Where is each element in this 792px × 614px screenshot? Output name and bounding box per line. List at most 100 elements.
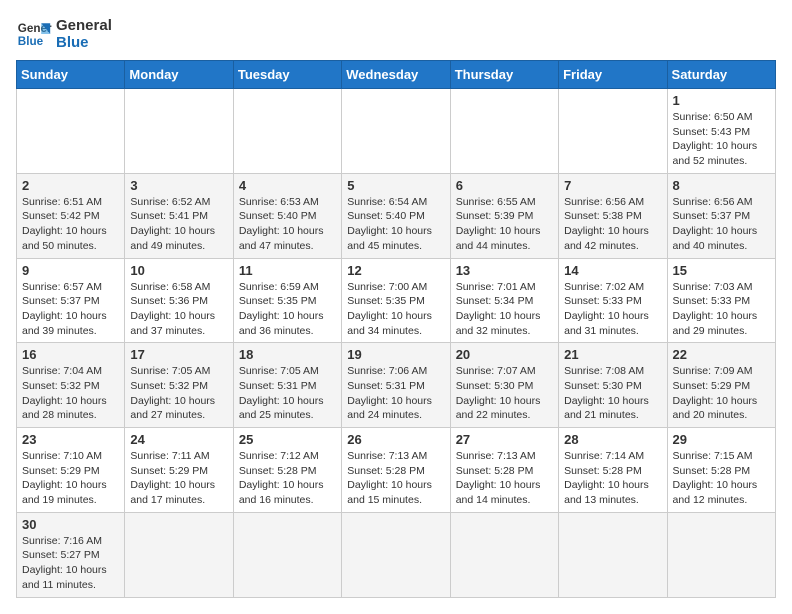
day-number: 13 (456, 263, 553, 278)
calendar-cell: 14Sunrise: 7:02 AM Sunset: 5:33 PM Dayli… (559, 258, 667, 343)
calendar-cell: 19 Sunrise: 7:06 AM Sunset: 5:31 PM Dayli… (342, 343, 450, 428)
logo-general: General (56, 17, 112, 34)
calendar-cell (450, 512, 558, 597)
calendar-cell: 30 Sunrise: 7:16 AM Sunset: 5:27 PM Dayli… (17, 512, 125, 597)
logo: General Blue General Blue (16, 16, 112, 52)
day-info: Sunrise: 6:52 AM Sunset: 5:41 PM Dayligh… (130, 195, 227, 254)
calendar: SundayMondayTuesdayWednesdayThursdayFrid… (16, 60, 776, 598)
calendar-cell: 5 Sunrise: 6:54 AM Sunset: 5:40 PM Daylig… (342, 173, 450, 258)
calendar-cell: 7Sunrise: 6:56 AM Sunset: 5:38 PM Daylig… (559, 173, 667, 258)
day-number: 30 (22, 517, 119, 532)
calendar-cell: 9 Sunrise: 6:57 AM Sunset: 5:37 PM Daylig… (17, 258, 125, 343)
day-info: Sunrise: 7:13 AM Sunset: 5:28 PM Dayligh… (456, 449, 553, 508)
day-info: Sunrise: 7:08 AM Sunset: 5:30 PM Dayligh… (564, 364, 661, 423)
day-info: Sunrise: 7:06 AM Sunset: 5:31 PM Dayligh… (347, 364, 444, 423)
day-info: Sunrise: 7:09 AM Sunset: 5:29 PM Dayligh… (673, 364, 770, 423)
calendar-week-2: 2 Sunrise: 6:51 AM Sunset: 5:42 PM Daylig… (17, 173, 776, 258)
calendar-cell: 1Sunrise: 6:50 AM Sunset: 5:43 PM Daylig… (667, 89, 775, 174)
calendar-cell (667, 512, 775, 597)
day-header-saturday: Saturday (667, 61, 775, 89)
day-header-tuesday: Tuesday (233, 61, 341, 89)
day-number: 14 (564, 263, 661, 278)
day-info: Sunrise: 7:00 AM Sunset: 5:35 PM Dayligh… (347, 280, 444, 339)
day-number: 4 (239, 178, 336, 193)
day-info: Sunrise: 7:11 AM Sunset: 5:29 PM Dayligh… (130, 449, 227, 508)
day-number: 9 (22, 263, 119, 278)
day-number: 3 (130, 178, 227, 193)
calendar-week-3: 9 Sunrise: 6:57 AM Sunset: 5:37 PM Daylig… (17, 258, 776, 343)
day-number: 22 (673, 347, 770, 362)
day-number: 7 (564, 178, 661, 193)
day-number: 18 (239, 347, 336, 362)
calendar-cell (17, 89, 125, 174)
calendar-header-row: SundayMondayTuesdayWednesdayThursdayFrid… (17, 61, 776, 89)
day-info: Sunrise: 7:16 AM Sunset: 5:27 PM Dayligh… (22, 534, 119, 593)
day-number: 15 (673, 263, 770, 278)
calendar-cell (342, 89, 450, 174)
calendar-cell: 8Sunrise: 6:56 AM Sunset: 5:37 PM Daylig… (667, 173, 775, 258)
day-info: Sunrise: 6:59 AM Sunset: 5:35 PM Dayligh… (239, 280, 336, 339)
calendar-cell (559, 512, 667, 597)
day-number: 27 (456, 432, 553, 447)
day-number: 5 (347, 178, 444, 193)
day-info: Sunrise: 7:14 AM Sunset: 5:28 PM Dayligh… (564, 449, 661, 508)
calendar-week-5: 23Sunrise: 7:10 AM Sunset: 5:29 PM Dayli… (17, 428, 776, 513)
calendar-week-6: 30 Sunrise: 7:16 AM Sunset: 5:27 PM Dayli… (17, 512, 776, 597)
calendar-week-4: 16 Sunrise: 7:04 AM Sunset: 5:32 PM Dayli… (17, 343, 776, 428)
calendar-cell: 18 Sunrise: 7:05 AM Sunset: 5:31 PM Dayli… (233, 343, 341, 428)
calendar-cell: 23Sunrise: 7:10 AM Sunset: 5:29 PM Dayli… (17, 428, 125, 513)
day-info: Sunrise: 7:15 AM Sunset: 5:28 PM Dayligh… (673, 449, 770, 508)
calendar-cell: 10Sunrise: 6:58 AM Sunset: 5:36 PM Dayli… (125, 258, 233, 343)
calendar-cell: 21 Sunrise: 7:08 AM Sunset: 5:30 PM Dayli… (559, 343, 667, 428)
day-info: Sunrise: 7:04 AM Sunset: 5:32 PM Dayligh… (22, 364, 119, 423)
day-number: 20 (456, 347, 553, 362)
day-number: 17 (130, 347, 227, 362)
calendar-cell (450, 89, 558, 174)
calendar-cell: 15 Sunrise: 7:03 AM Sunset: 5:33 PM Dayli… (667, 258, 775, 343)
day-number: 26 (347, 432, 444, 447)
calendar-cell: 16 Sunrise: 7:04 AM Sunset: 5:32 PM Dayli… (17, 343, 125, 428)
day-number: 16 (22, 347, 119, 362)
day-info: Sunrise: 7:01 AM Sunset: 5:34 PM Dayligh… (456, 280, 553, 339)
calendar-cell: 3 Sunrise: 6:52 AM Sunset: 5:41 PM Daylig… (125, 173, 233, 258)
calendar-cell: 2 Sunrise: 6:51 AM Sunset: 5:42 PM Daylig… (17, 173, 125, 258)
calendar-cell (125, 89, 233, 174)
calendar-cell: 6 Sunrise: 6:55 AM Sunset: 5:39 PM Daylig… (450, 173, 558, 258)
day-info: Sunrise: 6:54 AM Sunset: 5:40 PM Dayligh… (347, 195, 444, 254)
day-header-wednesday: Wednesday (342, 61, 450, 89)
day-number: 8 (673, 178, 770, 193)
calendar-cell: 26 Sunrise: 7:13 AM Sunset: 5:28 PM Dayli… (342, 428, 450, 513)
day-info: Sunrise: 6:57 AM Sunset: 5:37 PM Dayligh… (22, 280, 119, 339)
day-number: 2 (22, 178, 119, 193)
day-info: Sunrise: 7:03 AM Sunset: 5:33 PM Dayligh… (673, 280, 770, 339)
calendar-cell: 22 Sunrise: 7:09 AM Sunset: 5:29 PM Dayli… (667, 343, 775, 428)
calendar-cell: 11 Sunrise: 6:59 AM Sunset: 5:35 PM Dayli… (233, 258, 341, 343)
day-info: Sunrise: 7:13 AM Sunset: 5:28 PM Dayligh… (347, 449, 444, 508)
day-header-thursday: Thursday (450, 61, 558, 89)
calendar-cell (233, 89, 341, 174)
day-number: 11 (239, 263, 336, 278)
day-info: Sunrise: 6:50 AM Sunset: 5:43 PM Dayligh… (673, 110, 770, 169)
day-info: Sunrise: 7:05 AM Sunset: 5:31 PM Dayligh… (239, 364, 336, 423)
day-number: 6 (456, 178, 553, 193)
calendar-cell: 4 Sunrise: 6:53 AM Sunset: 5:40 PM Daylig… (233, 173, 341, 258)
calendar-cell: 20Sunrise: 7:07 AM Sunset: 5:30 PM Dayli… (450, 343, 558, 428)
day-info: Sunrise: 6:51 AM Sunset: 5:42 PM Dayligh… (22, 195, 119, 254)
day-number: 19 (347, 347, 444, 362)
day-number: 25 (239, 432, 336, 447)
day-info: Sunrise: 6:55 AM Sunset: 5:39 PM Dayligh… (456, 195, 553, 254)
calendar-cell (559, 89, 667, 174)
day-info: Sunrise: 7:12 AM Sunset: 5:28 PM Dayligh… (239, 449, 336, 508)
calendar-cell: 12 Sunrise: 7:00 AM Sunset: 5:35 PM Dayli… (342, 258, 450, 343)
day-number: 12 (347, 263, 444, 278)
day-number: 29 (673, 432, 770, 447)
day-header-friday: Friday (559, 61, 667, 89)
calendar-cell: 13 Sunrise: 7:01 AM Sunset: 5:34 PM Dayli… (450, 258, 558, 343)
day-header-sunday: Sunday (17, 61, 125, 89)
day-number: 21 (564, 347, 661, 362)
day-number: 28 (564, 432, 661, 447)
calendar-cell: 28 Sunrise: 7:14 AM Sunset: 5:28 PM Dayli… (559, 428, 667, 513)
calendar-cell (342, 512, 450, 597)
day-info: Sunrise: 7:10 AM Sunset: 5:29 PM Dayligh… (22, 449, 119, 508)
day-info: Sunrise: 6:53 AM Sunset: 5:40 PM Dayligh… (239, 195, 336, 254)
